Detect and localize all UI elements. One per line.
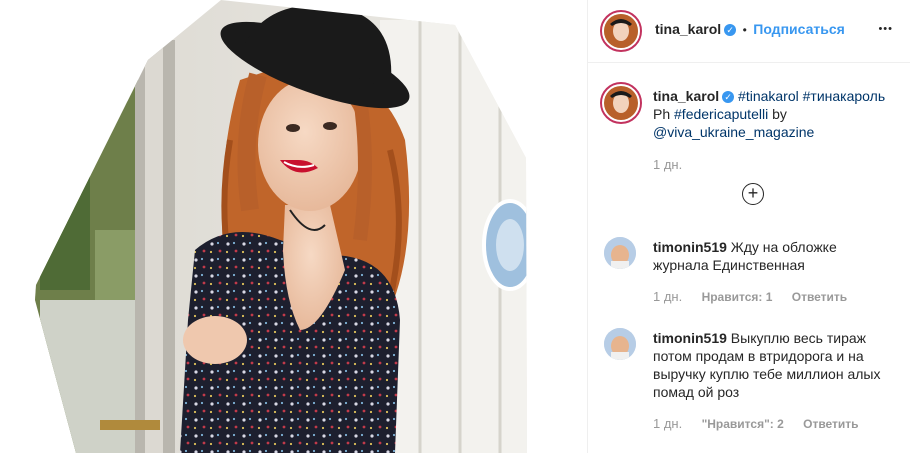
- commenter-avatar[interactable]: [604, 237, 636, 269]
- comment-likes[interactable]: Нравится: 1: [702, 290, 773, 304]
- comment-item: timonin519 Жду на обложке журнала Единст…: [653, 238, 893, 274]
- commenter-avatar[interactable]: [604, 328, 636, 360]
- avatar-face-icon: [604, 237, 636, 269]
- verified-badge-icon: ✓: [724, 23, 737, 36]
- hashtag-link[interactable]: #tinakarol: [738, 88, 799, 104]
- caption-text: Ph: [653, 106, 671, 122]
- comment-timestamp[interactable]: 1 дн.: [653, 416, 682, 431]
- post-header: tina_karol ✓ • Подписаться •••: [588, 0, 910, 63]
- hashtag-link[interactable]: #тинакароль: [803, 88, 885, 104]
- caption-username[interactable]: tina_karol: [653, 88, 719, 104]
- follow-button[interactable]: Подписаться: [753, 21, 845, 37]
- plus-circle-icon[interactable]: +: [742, 183, 764, 205]
- reply-button[interactable]: Ответить: [803, 417, 858, 431]
- post-caption: tina_karol ✓ #tinakarol #тинакароль Ph #f…: [653, 87, 898, 141]
- mention-link[interactable]: @viva_ukraine_magazine: [653, 124, 814, 140]
- caption-text: by: [772, 106, 787, 122]
- more-options-icon[interactable]: •••: [878, 24, 893, 35]
- comment-item: timonin519 Выкуплю весь тираж потом прод…: [653, 329, 893, 401]
- author-username[interactable]: tina_karol: [655, 21, 721, 37]
- avatar-face-icon: [604, 86, 638, 120]
- author-avatar[interactable]: [600, 10, 642, 52]
- comment-timestamp[interactable]: 1 дн.: [653, 289, 682, 304]
- caption-timestamp[interactable]: 1 дн.: [653, 157, 682, 172]
- comment-meta: 1 дн. "Нравится": 2 Ответить: [653, 416, 859, 431]
- post-photo[interactable]: [0, 0, 587, 453]
- post-side-panel: tina_karol ✓ • Подписаться ••• tina_karol…: [587, 0, 910, 453]
- avatar-face-icon: [604, 328, 636, 360]
- comment-meta: 1 дн. Нравится: 1 Ответить: [653, 289, 847, 304]
- hashtag-link[interactable]: #federicaputelli: [674, 106, 768, 122]
- comment-username[interactable]: timonin519: [653, 239, 727, 255]
- verified-badge-icon: ✓: [722, 91, 735, 104]
- reply-button[interactable]: Ответить: [792, 290, 847, 304]
- follow-separator: •: [742, 23, 747, 37]
- avatar-face-icon: [604, 14, 638, 48]
- comment-username[interactable]: timonin519: [653, 330, 727, 346]
- comment-likes[interactable]: "Нравится": 2: [702, 417, 784, 431]
- post-image: [35, 0, 527, 453]
- caption-avatar[interactable]: [600, 82, 642, 124]
